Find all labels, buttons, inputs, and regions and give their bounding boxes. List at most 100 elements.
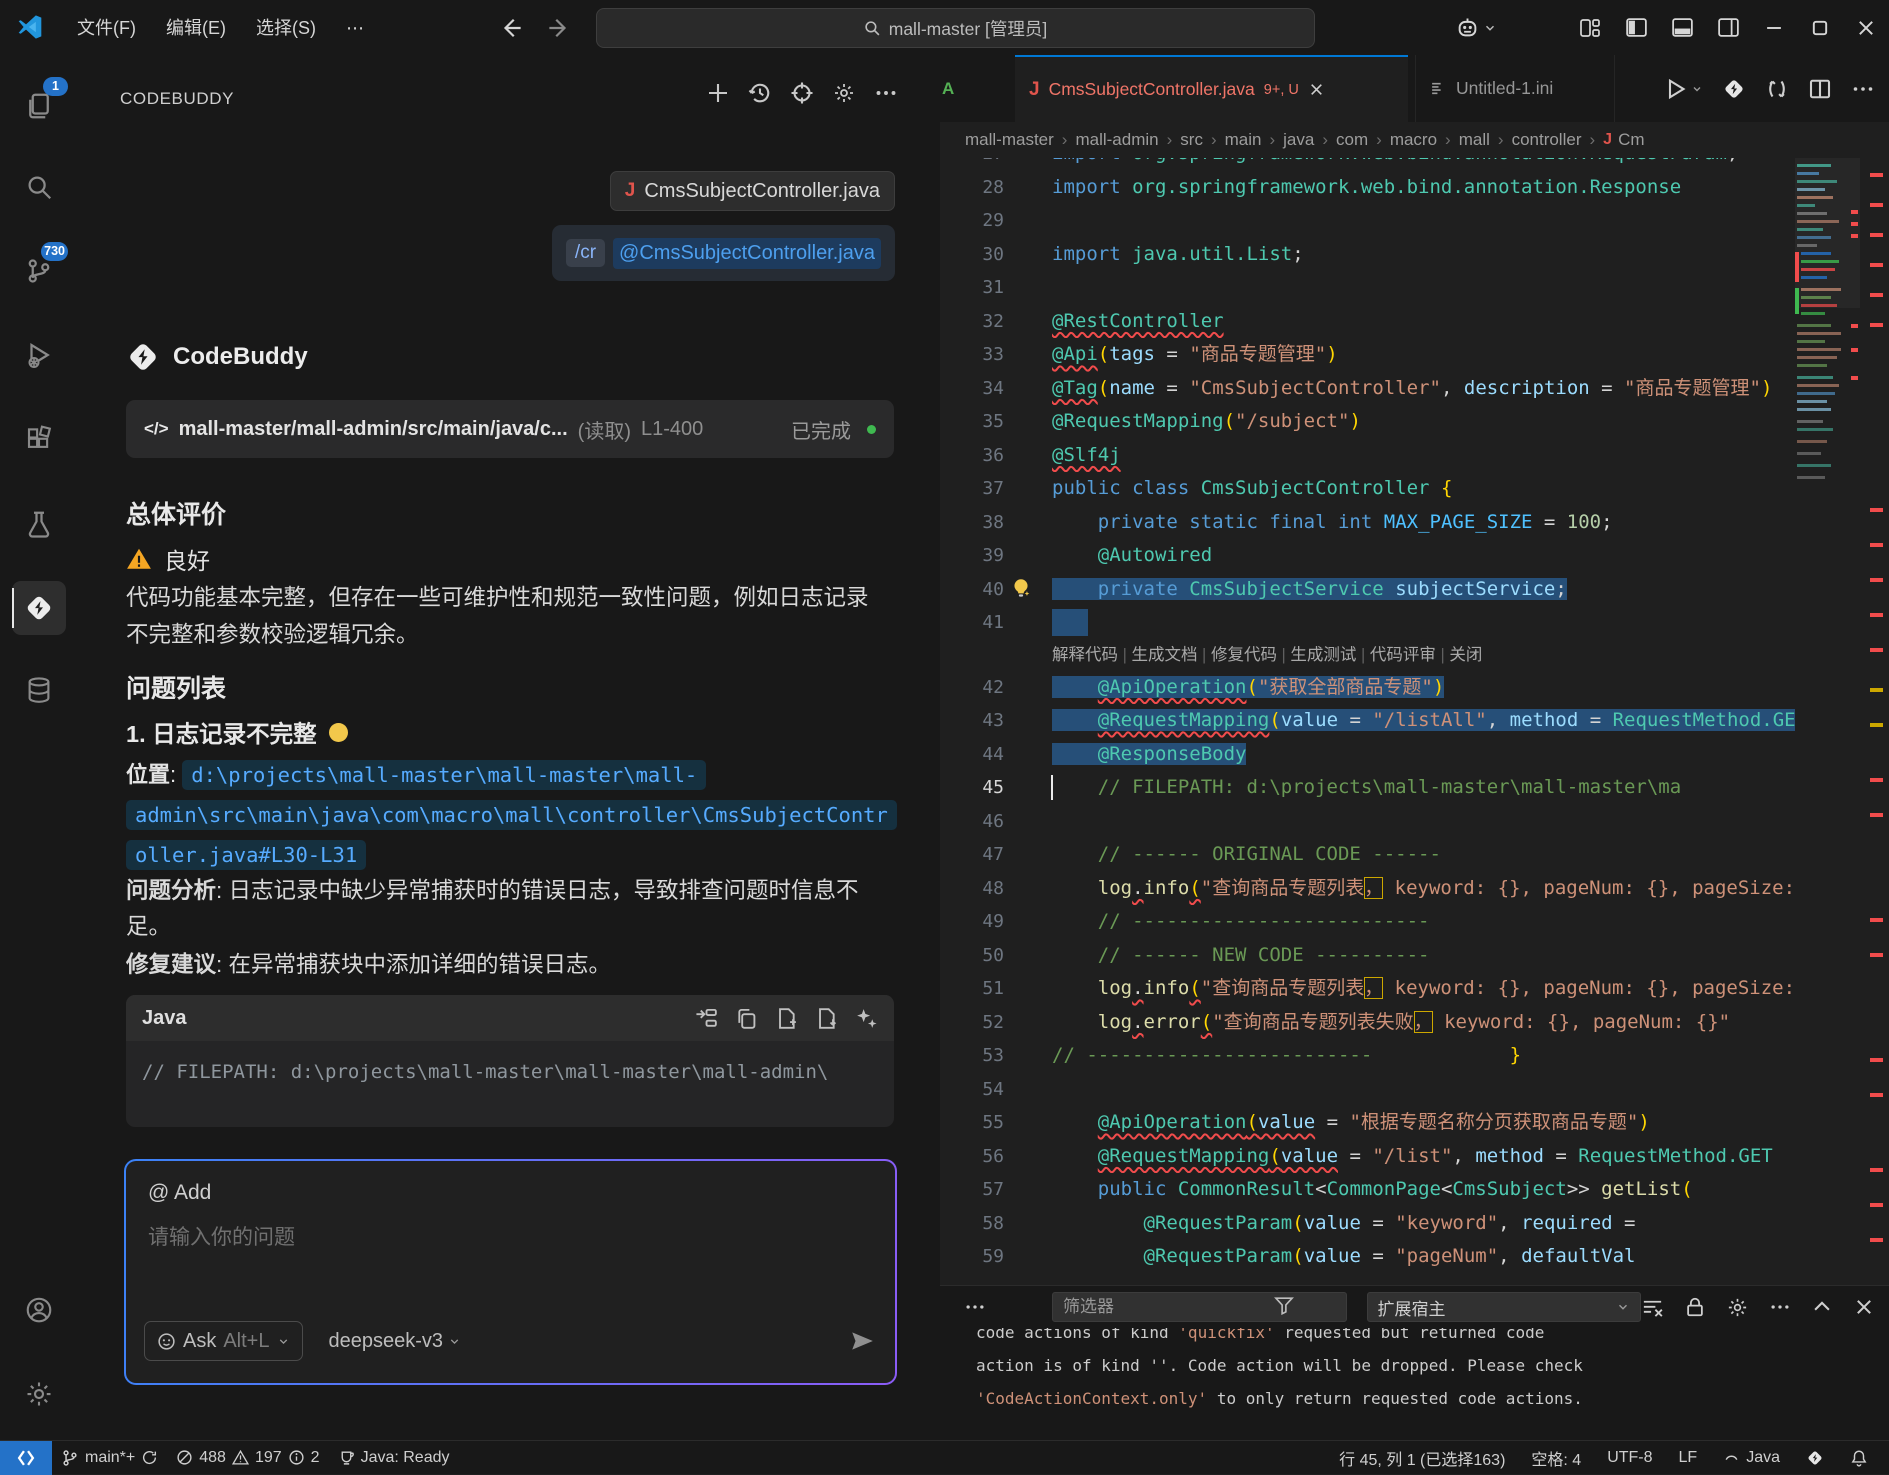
focus-target-icon[interactable] <box>788 79 816 107</box>
close-panel-icon[interactable] <box>1853 1296 1875 1318</box>
language-mode[interactable]: Java <box>1712 1441 1791 1475</box>
breadcrumb-item[interactable]: mall-master <box>965 130 1054 150</box>
close-window-button[interactable] <box>1843 0 1889 55</box>
menu-item-2[interactable]: 选择(S) <box>241 10 331 46</box>
code-line[interactable]: 38 private static final int MAX_PAGE_SIZ… <box>940 506 1795 540</box>
line-number[interactable]: 34 <box>940 372 1004 406</box>
code-line[interactable]: 57 public CommonResult<CommonPage<CmsSub… <box>940 1173 1795 1207</box>
output-channel-select[interactable]: 扩展宿主 <box>1367 1292 1641 1322</box>
indentation[interactable]: 空格: 4 <box>1520 1441 1592 1475</box>
line-number[interactable]: 30 <box>940 238 1004 272</box>
line-number[interactable]: 57 <box>940 1173 1004 1207</box>
file-mention-link[interactable]: @CmsSubjectController.java <box>613 238 881 269</box>
code-line[interactable]: 34@Tag(name = "CmsSubjectController", de… <box>940 372 1795 406</box>
forward-arrow-icon[interactable] <box>548 17 570 39</box>
breadcrumb-item[interactable]: Cm <box>1618 130 1644 150</box>
copy-icon[interactable] <box>735 1007 758 1030</box>
new-chat-button[interactable] <box>704 79 732 107</box>
settings-gear-icon[interactable] <box>12 1367 66 1421</box>
close-icon[interactable] <box>1308 81 1325 98</box>
code-line[interactable]: 59 @RequestParam(value = "pageNum", defa… <box>940 1240 1795 1274</box>
line-number[interactable]: 27 <box>940 158 1004 171</box>
sidebar-item-run-debug[interactable] <box>12 328 66 382</box>
line-number[interactable]: 48 <box>940 872 1004 906</box>
add-context-button[interactable]: @ Add <box>148 1181 211 1205</box>
code-line[interactable]: 31 <box>940 271 1795 305</box>
sidebar-item-explorer[interactable]: 1 <box>12 79 66 133</box>
line-number[interactable]: 38 <box>940 506 1004 540</box>
line-number[interactable]: 39 <box>940 539 1004 573</box>
code-line[interactable]: 33@Api(tags = "商品专题管理") <box>940 338 1795 372</box>
file-path-chip[interactable]: oller.java#L30-L31 <box>126 840 366 870</box>
inline-action-4[interactable]: 代码评审 <box>1370 646 1436 664</box>
line-number[interactable]: 59 <box>940 1240 1004 1274</box>
line-number[interactable]: 35 <box>940 405 1004 439</box>
breadcrumb-item[interactable]: controller <box>1512 130 1582 150</box>
line-number[interactable]: 56 <box>940 1140 1004 1174</box>
split-editor-icon[interactable] <box>1808 77 1832 101</box>
line-number[interactable]: 29 <box>940 204 1004 238</box>
code-line[interactable]: 48 log.info("查询商品专题列表， keyword: {}, page… <box>940 872 1795 906</box>
file-path-chip[interactable]: admin\src\main\java\com\macro\mall\contr… <box>126 800 897 830</box>
code-line[interactable]: 44 @ResponseBody <box>940 738 1795 772</box>
code-line[interactable]: 32@RestController <box>940 305 1795 339</box>
new-file-icon[interactable] <box>775 1007 798 1030</box>
line-number[interactable]: 55 <box>940 1106 1004 1140</box>
line-number[interactable]: 54 <box>940 1073 1004 1107</box>
java-status[interactable]: Java: Ready <box>329 1441 459 1475</box>
sparkle-icon[interactable] <box>855 1007 878 1030</box>
code-line[interactable]: 53// ------------------------- } <box>940 1039 1795 1073</box>
breadcrumb-item[interactable]: mall-admin <box>1075 130 1158 150</box>
menu-overflow[interactable]: ⋯ <box>331 10 379 46</box>
line-number[interactable]: 53 <box>940 1039 1004 1073</box>
problems-status[interactable]: 488 197 2 <box>167 1441 328 1475</box>
code-line[interactable]: 42 @ApiOperation("获取全部商品专题") <box>940 671 1795 705</box>
line-number[interactable]: 52 <box>940 1006 1004 1040</box>
command-chip[interactable]: /cr <box>566 239 605 267</box>
tab-cmssubjectcontroller[interactable]: J CmsSubjectController.java 9+, U <box>1015 55 1408 122</box>
tab-fragment[interactable]: A <box>942 55 954 122</box>
history-icon[interactable] <box>746 79 774 107</box>
code-line[interactable]: 37public class CmsSubjectController { <box>940 472 1795 506</box>
line-number[interactable]: 28 <box>940 171 1004 205</box>
line-number[interactable]: 58 <box>940 1207 1004 1241</box>
tab-untitled-ini[interactable]: Untitled-1.ini <box>1415 55 1615 122</box>
code-line[interactable]: 28import org.springframework.web.bind.an… <box>940 171 1795 205</box>
panel-more-icon[interactable] <box>964 1296 986 1318</box>
minimize-button[interactable] <box>1751 0 1797 55</box>
codebuddy-status-icon[interactable] <box>1795 1441 1835 1475</box>
code-line[interactable]: 27import org.springframework.web.bind.an… <box>940 158 1795 171</box>
code-line[interactable]: 36@Slf4j <box>940 439 1795 473</box>
toggle-secondary-sidebar-button[interactable] <box>1705 0 1751 55</box>
line-number[interactable]: 33 <box>940 338 1004 372</box>
breadcrumb-item[interactable]: java <box>1283 130 1314 150</box>
breadcrumb-item[interactable]: src <box>1180 130 1203 150</box>
codebuddy-menu-button[interactable] <box>1454 14 1497 41</box>
code-line[interactable]: 56 @RequestMapping(value = "/list", meth… <box>940 1140 1795 1174</box>
code-line[interactable]: 52 log.error("查询商品专题列表失败， keyword: {}, p… <box>940 1006 1795 1040</box>
line-number[interactable]: 51 <box>940 972 1004 1006</box>
line-number[interactable]: 32 <box>940 305 1004 339</box>
line-number[interactable]: 37 <box>940 472 1004 506</box>
overview-ruler[interactable] <box>1866 158 1889 1285</box>
back-arrow-icon[interactable] <box>500 17 522 39</box>
sidebar-item-codebuddy[interactable] <box>12 581 66 635</box>
minimap[interactable] <box>1795 158 1860 588</box>
clear-output-icon[interactable] <box>1641 1296 1664 1319</box>
more-actions-icon[interactable] <box>1851 77 1875 101</box>
save-file-icon[interactable] <box>815 1007 838 1030</box>
cursor-position[interactable]: 行 45, 列 1 (已选择163) <box>1328 1441 1516 1475</box>
line-number[interactable]: 45 <box>940 771 1004 805</box>
inline-action-0[interactable]: 解释代码 <box>1052 646 1118 664</box>
code-line[interactable]: 46 <box>940 805 1795 839</box>
code-line[interactable]: 47 // ------ ORIGINAL CODE ------ <box>940 838 1795 872</box>
code-line[interactable]: 50 // ------ NEW CODE ---------- <box>940 939 1795 973</box>
run-button[interactable] <box>1664 77 1703 101</box>
code-line[interactable]: 58 @RequestParam(value = "keyword", requ… <box>940 1207 1795 1241</box>
line-number[interactable]: 50 <box>940 939 1004 973</box>
inline-action-2[interactable]: 修复代码 <box>1211 646 1277 664</box>
lock-icon[interactable] <box>1684 1296 1706 1318</box>
toggle-panel-button[interactable] <box>1659 0 1705 55</box>
command-center-search[interactable]: mall-master [管理员] <box>596 8 1315 48</box>
code-line[interactable]: 30import java.util.List; <box>940 238 1795 272</box>
